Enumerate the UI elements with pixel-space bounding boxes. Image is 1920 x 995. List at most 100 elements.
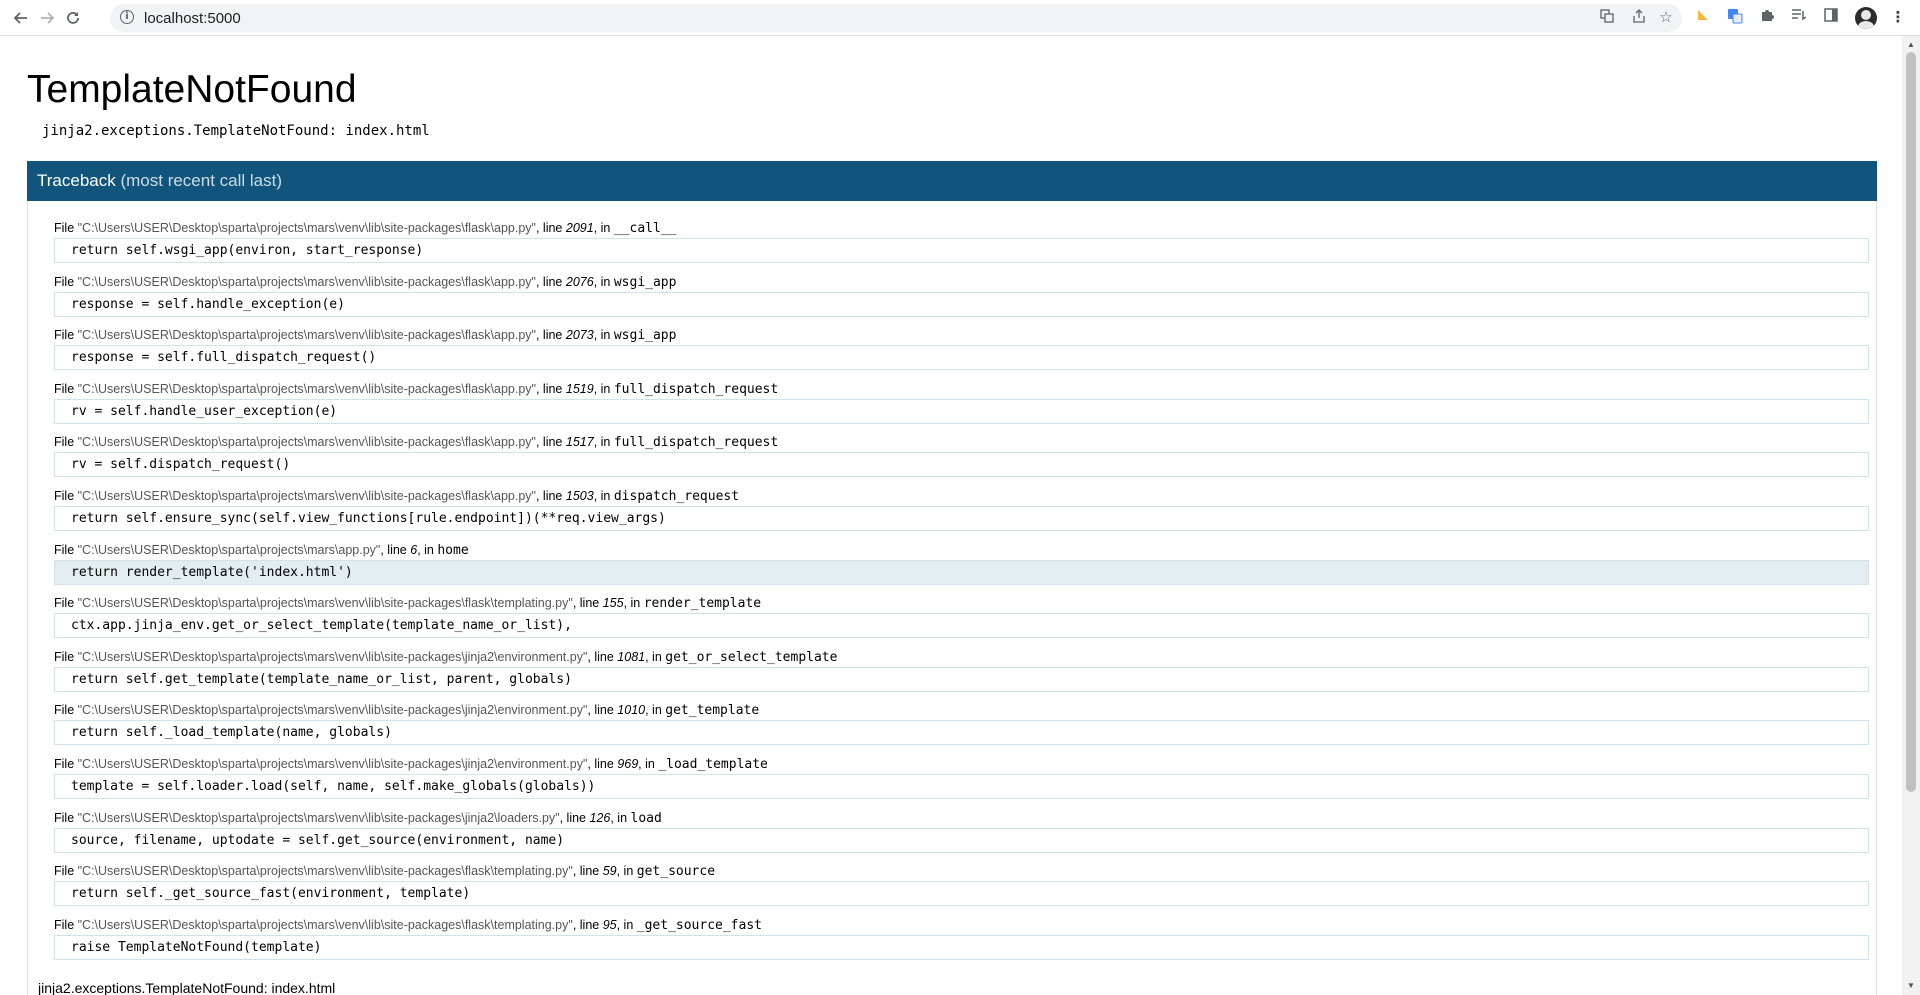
file-label: File bbox=[54, 328, 78, 343]
frame-source-line[interactable]: return self.get_template(template_name_o… bbox=[54, 666, 1869, 692]
traceback-frame: File "C:\Users\USER\Desktop\sparta\proje… bbox=[54, 703, 1871, 757]
frame-source-line[interactable]: response = self.full_dispatch_request() bbox=[54, 345, 1869, 371]
traceback-frame: File "C:\Users\USER\Desktop\sparta\proje… bbox=[54, 650, 1871, 704]
line-label: , line bbox=[380, 542, 411, 557]
in-label: , in bbox=[417, 542, 438, 557]
file-label: File bbox=[54, 274, 78, 289]
frame-source-line[interactable]: return self.ensure_sync(self.view_functi… bbox=[54, 505, 1869, 531]
error-page: TemplateNotFound jinja2.exceptions.Templ… bbox=[0, 36, 1902, 995]
frame-filename: "C:\Users\USER\Desktop\sparta\projects\m… bbox=[77, 488, 536, 503]
traceback-frame: File "C:\Users\USER\Desktop\sparta\proje… bbox=[54, 918, 1871, 972]
frame-source-line[interactable]: source, filename, uptodate = self.get_so… bbox=[54, 827, 1869, 853]
scrollbar-thumb[interactable] bbox=[1906, 52, 1916, 792]
side-panel-icon[interactable] bbox=[1821, 8, 1841, 28]
reading-list-icon[interactable] bbox=[1789, 8, 1809, 28]
kebab-menu-icon[interactable]: ⋮ bbox=[1888, 8, 1908, 28]
google-translate-icon[interactable] bbox=[1725, 8, 1745, 28]
frame-source-line[interactable]: return self._get_source_fast(environment… bbox=[54, 881, 1869, 907]
info-icon[interactable]: i bbox=[120, 10, 134, 24]
in-label: , in bbox=[616, 917, 637, 932]
in-label: , in bbox=[645, 703, 666, 718]
frame-source-line[interactable]: response = self.handle_exception(e) bbox=[54, 291, 1869, 317]
traceback-frame: File "C:\Users\USER\Desktop\sparta\proje… bbox=[54, 435, 1871, 489]
forward-arrow-icon[interactable] bbox=[35, 6, 59, 30]
frame-source-line[interactable]: return render_template('index.html') bbox=[54, 559, 1869, 585]
line-label: , line bbox=[535, 435, 566, 450]
file-label: File bbox=[54, 221, 78, 235]
frame-location: File "C:\Users\USER\Desktop\sparta\proje… bbox=[54, 382, 778, 397]
frame-line-number: 155 bbox=[602, 596, 624, 611]
in-label: , in bbox=[593, 381, 614, 396]
file-label: File bbox=[54, 917, 78, 932]
line-label: , line bbox=[572, 917, 603, 932]
frame-filename: "C:\Users\USER\Desktop\sparta\projects\m… bbox=[77, 864, 573, 879]
frame-line-number: 126 bbox=[589, 810, 611, 825]
line-label: , line bbox=[587, 649, 618, 664]
frame-source-line[interactable]: rv = self.handle_user_exception(e) bbox=[54, 398, 1869, 424]
frame-source-line[interactable]: template = self.loader.load(self, name, … bbox=[54, 773, 1869, 799]
share-icon[interactable] bbox=[1630, 9, 1648, 27]
frame-filename: "C:\Users\USER\Desktop\sparta\projects\m… bbox=[77, 649, 588, 664]
frame-location: File "C:\Users\USER\Desktop\sparta\proje… bbox=[54, 650, 837, 665]
frame-source-line[interactable]: ctx.app.jinja_env.get_or_select_template… bbox=[54, 613, 1869, 639]
line-label: , line bbox=[559, 810, 590, 825]
frame-location: File "C:\Users\USER\Desktop\sparta\proje… bbox=[54, 918, 762, 933]
reload-icon[interactable] bbox=[61, 6, 85, 30]
frame-filename: "C:\Users\USER\Desktop\sparta\projects\m… bbox=[77, 703, 588, 718]
frame-line-number: 2073 bbox=[565, 328, 594, 343]
puzzle-icon[interactable] bbox=[1757, 8, 1777, 28]
scroll-up-arrow-icon[interactable]: ▲ bbox=[1902, 38, 1920, 52]
in-label: , in bbox=[593, 435, 614, 450]
scroll-down-arrow-icon[interactable]: ▼ bbox=[1902, 979, 1920, 993]
frame-location: File "C:\Users\USER\Desktop\sparta\proje… bbox=[54, 221, 676, 236]
frame-function: wsgi_app bbox=[613, 274, 677, 290]
frame-location: File "C:\Users\USER\Desktop\sparta\proje… bbox=[54, 489, 739, 504]
frame-filename: "C:\Users\USER\Desktop\sparta\projects\m… bbox=[77, 596, 573, 611]
frame-location: File "C:\Users\USER\Desktop\sparta\proje… bbox=[54, 811, 662, 826]
frame-function: get_template bbox=[665, 703, 760, 719]
frame-line-number: 95 bbox=[602, 917, 617, 932]
frame-filename: "C:\Users\USER\Desktop\sparta\projects\m… bbox=[77, 756, 588, 771]
vertical-scrollbar[interactable]: ▲ ▼ bbox=[1902, 36, 1920, 995]
extension-ruler-icon[interactable] bbox=[1693, 8, 1713, 28]
address-bar[interactable]: i localhost:5000 ☆ bbox=[110, 4, 1682, 32]
line-label: , line bbox=[535, 274, 566, 289]
final-exception: jinja2.exceptions.TemplateNotFound: inde… bbox=[38, 980, 336, 995]
line-label: , line bbox=[535, 221, 566, 235]
frame-source-line[interactable]: return self.wsgi_app(environ, start_resp… bbox=[54, 238, 1869, 263]
frame-line-number: 1517 bbox=[565, 435, 594, 450]
traceback-frames: File "C:\Users\USER\Desktop\sparta\proje… bbox=[54, 221, 1871, 971]
frame-filename: "C:\Users\USER\Desktop\sparta\projects\m… bbox=[77, 328, 536, 343]
frame-line-number: 59 bbox=[602, 864, 617, 879]
traceback-body: File "C:\Users\USER\Desktop\sparta\proje… bbox=[27, 201, 1877, 995]
frame-filename: "C:\Users\USER\Desktop\sparta\projects\m… bbox=[77, 810, 560, 825]
traceback-frame: File "C:\Users\USER\Desktop\sparta\proje… bbox=[54, 543, 1871, 597]
back-arrow-icon[interactable] bbox=[9, 6, 33, 30]
file-label: File bbox=[54, 435, 78, 450]
frame-source-line[interactable]: raise TemplateNotFound(template) bbox=[54, 934, 1869, 960]
frame-line-number: 969 bbox=[617, 756, 639, 771]
frame-source-line[interactable]: rv = self.dispatch_request() bbox=[54, 452, 1869, 478]
frame-location: File "C:\Users\USER\Desktop\sparta\proje… bbox=[54, 703, 759, 718]
frame-location: File "C:\Users\USER\Desktop\sparta\proje… bbox=[54, 435, 778, 450]
frame-location: File "C:\Users\USER\Desktop\sparta\proje… bbox=[54, 275, 676, 290]
line-label: , line bbox=[587, 703, 618, 718]
in-label: , in bbox=[593, 328, 614, 343]
star-icon[interactable]: ☆ bbox=[1657, 9, 1675, 27]
translate-icon[interactable] bbox=[1598, 9, 1616, 27]
frame-function: wsgi_app bbox=[613, 328, 677, 344]
frame-line-number: 2076 bbox=[565, 274, 594, 289]
frame-source-line[interactable]: return self._load_template(name, globals… bbox=[54, 720, 1869, 746]
in-label: , in bbox=[638, 756, 659, 771]
frame-location: File "C:\Users\USER\Desktop\sparta\proje… bbox=[54, 864, 715, 879]
url-text[interactable]: localhost:5000 bbox=[144, 10, 241, 27]
avatar[interactable] bbox=[1855, 7, 1877, 29]
frame-function: load bbox=[630, 810, 662, 826]
file-label: File bbox=[54, 864, 78, 879]
frame-filename: "C:\Users\USER\Desktop\sparta\projects\m… bbox=[77, 221, 536, 235]
file-label: File bbox=[54, 381, 78, 396]
exception-summary: jinja2.exceptions.TemplateNotFound: inde… bbox=[42, 123, 430, 139]
in-label: , in bbox=[623, 596, 644, 611]
frame-filename: "C:\Users\USER\Desktop\sparta\projects\m… bbox=[77, 381, 536, 396]
traceback-frame: File "C:\Users\USER\Desktop\sparta\proje… bbox=[54, 489, 1871, 543]
